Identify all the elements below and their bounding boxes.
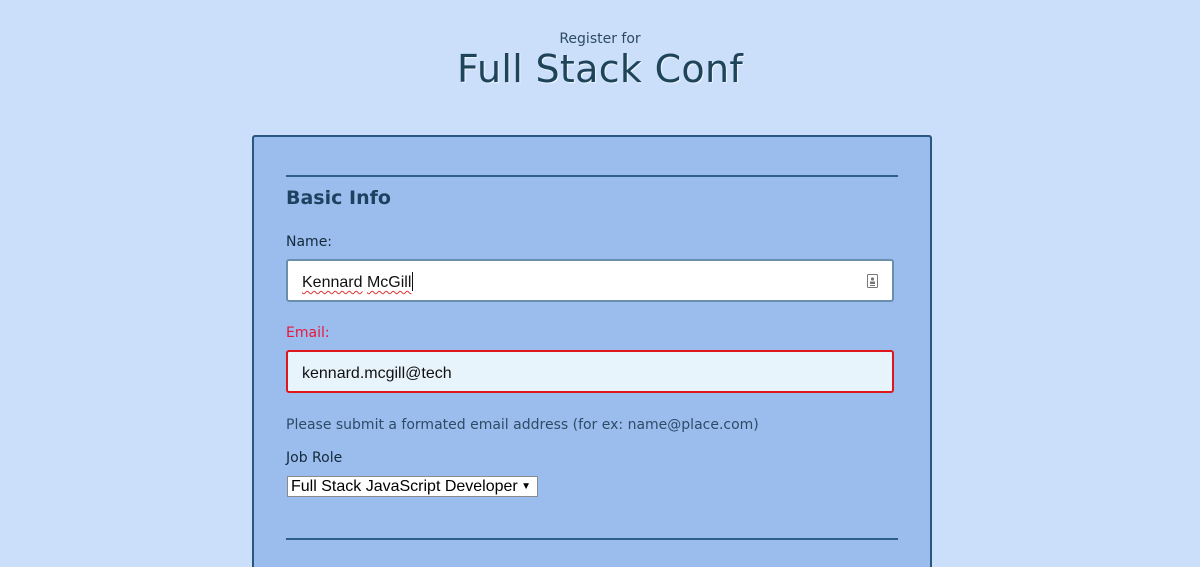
job-role-select[interactable]: Full Stack JavaScript Developer ▼ bbox=[287, 476, 538, 497]
name-value-last: McGill bbox=[366, 274, 412, 291]
name-field[interactable]: Kennard McGill bbox=[286, 259, 894, 302]
email-value: kennard.mcgill@tech bbox=[302, 365, 452, 382]
job-role-label: Job Role bbox=[286, 450, 343, 466]
email-field[interactable]: kennard.mcgill@tech bbox=[286, 350, 894, 393]
email-label: Email: bbox=[286, 325, 330, 341]
contact-card-icon[interactable] bbox=[867, 274, 878, 288]
text-cursor bbox=[412, 272, 414, 292]
basic-info-heading: Basic Info bbox=[286, 187, 391, 209]
name-value-first: Kennard bbox=[302, 274, 363, 291]
page-subtitle: Register for bbox=[559, 31, 641, 47]
page-title: Full Stack Conf bbox=[456, 47, 744, 91]
email-error-hint: Please submit a formated email address (… bbox=[286, 417, 759, 433]
dropdown-arrow-icon: ▼ bbox=[521, 481, 531, 492]
section-divider-bottom bbox=[286, 538, 898, 540]
section-divider-top bbox=[286, 175, 898, 177]
name-label: Name: bbox=[286, 234, 333, 250]
registration-form: Basic Info Name: Kennard McGill Email: k… bbox=[252, 135, 932, 567]
job-role-selected-value: Full Stack JavaScript Developer bbox=[291, 478, 518, 495]
